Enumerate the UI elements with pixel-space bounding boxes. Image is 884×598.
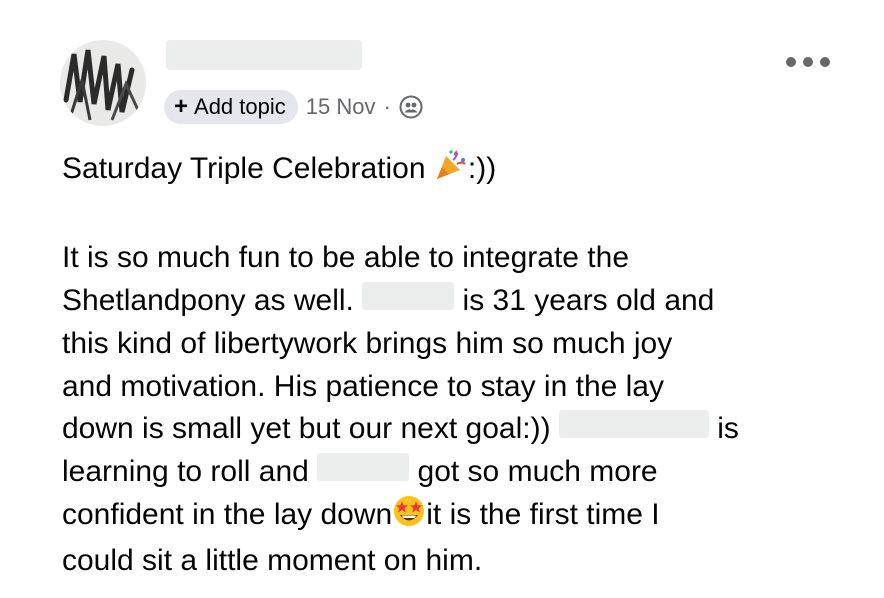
meta-separator: ·	[383, 94, 391, 119]
post-title-suffix: :))	[467, 152, 497, 185]
more-dot-icon	[786, 57, 796, 67]
post-title-text: Saturday Triple Celebration	[62, 152, 426, 185]
author-name[interactable]	[166, 40, 362, 70]
post-text: is	[717, 412, 739, 446]
post-line: this kind of libertywork brings him so m…	[62, 326, 673, 360]
post-line: could sit a little moment on him.	[62, 544, 483, 578]
author-avatar[interactable]	[60, 40, 146, 126]
post-text: down is small yet but our next goal:))	[62, 412, 551, 446]
post-line: and motivation. His patience to stay in …	[62, 369, 664, 403]
post-line: down is small yet but our next goal:)) i…	[62, 408, 862, 451]
more-dot-icon	[820, 57, 830, 67]
add-topic-label: Add topic	[194, 94, 286, 119]
post-meta-row: + Add topic 15 Nov ·	[164, 90, 423, 124]
post-text: Shetlandpony as well.	[62, 284, 354, 318]
add-topic-button[interactable]: + Add topic	[164, 90, 298, 124]
post-text: confident in the lay down	[62, 497, 393, 531]
post-date[interactable]: 15 Nov	[306, 94, 376, 120]
post-body: Saturday Triple Celebration :)) It is so…	[62, 148, 862, 583]
friends-audience-icon[interactable]	[399, 95, 423, 119]
party-popper-emoji	[434, 148, 468, 195]
plus-icon: +	[174, 93, 189, 120]
post-line: It is so much fun to be able to integrat…	[62, 241, 630, 275]
post-line: confident in the lay down it is the firs…	[62, 494, 862, 541]
redacted-name	[362, 282, 455, 311]
post-line: learning to roll and got so much more	[62, 451, 862, 494]
redacted-name	[317, 452, 410, 481]
post-text: is 31 years old and	[462, 284, 715, 318]
post-line: Shetlandpony as well. is 31 years old an…	[62, 280, 862, 323]
post-text: learning to roll and	[62, 454, 309, 488]
more-options-button[interactable]	[786, 50, 830, 74]
post-text: got so much more	[417, 454, 658, 488]
redacted-name	[558, 410, 709, 439]
post-title-line: Saturday Triple Celebration :))	[62, 148, 862, 195]
avatar-image	[60, 40, 146, 126]
more-dot-icon	[803, 57, 813, 67]
star-struck-emoji	[392, 494, 426, 541]
post-text: it is the first time I	[426, 497, 660, 531]
